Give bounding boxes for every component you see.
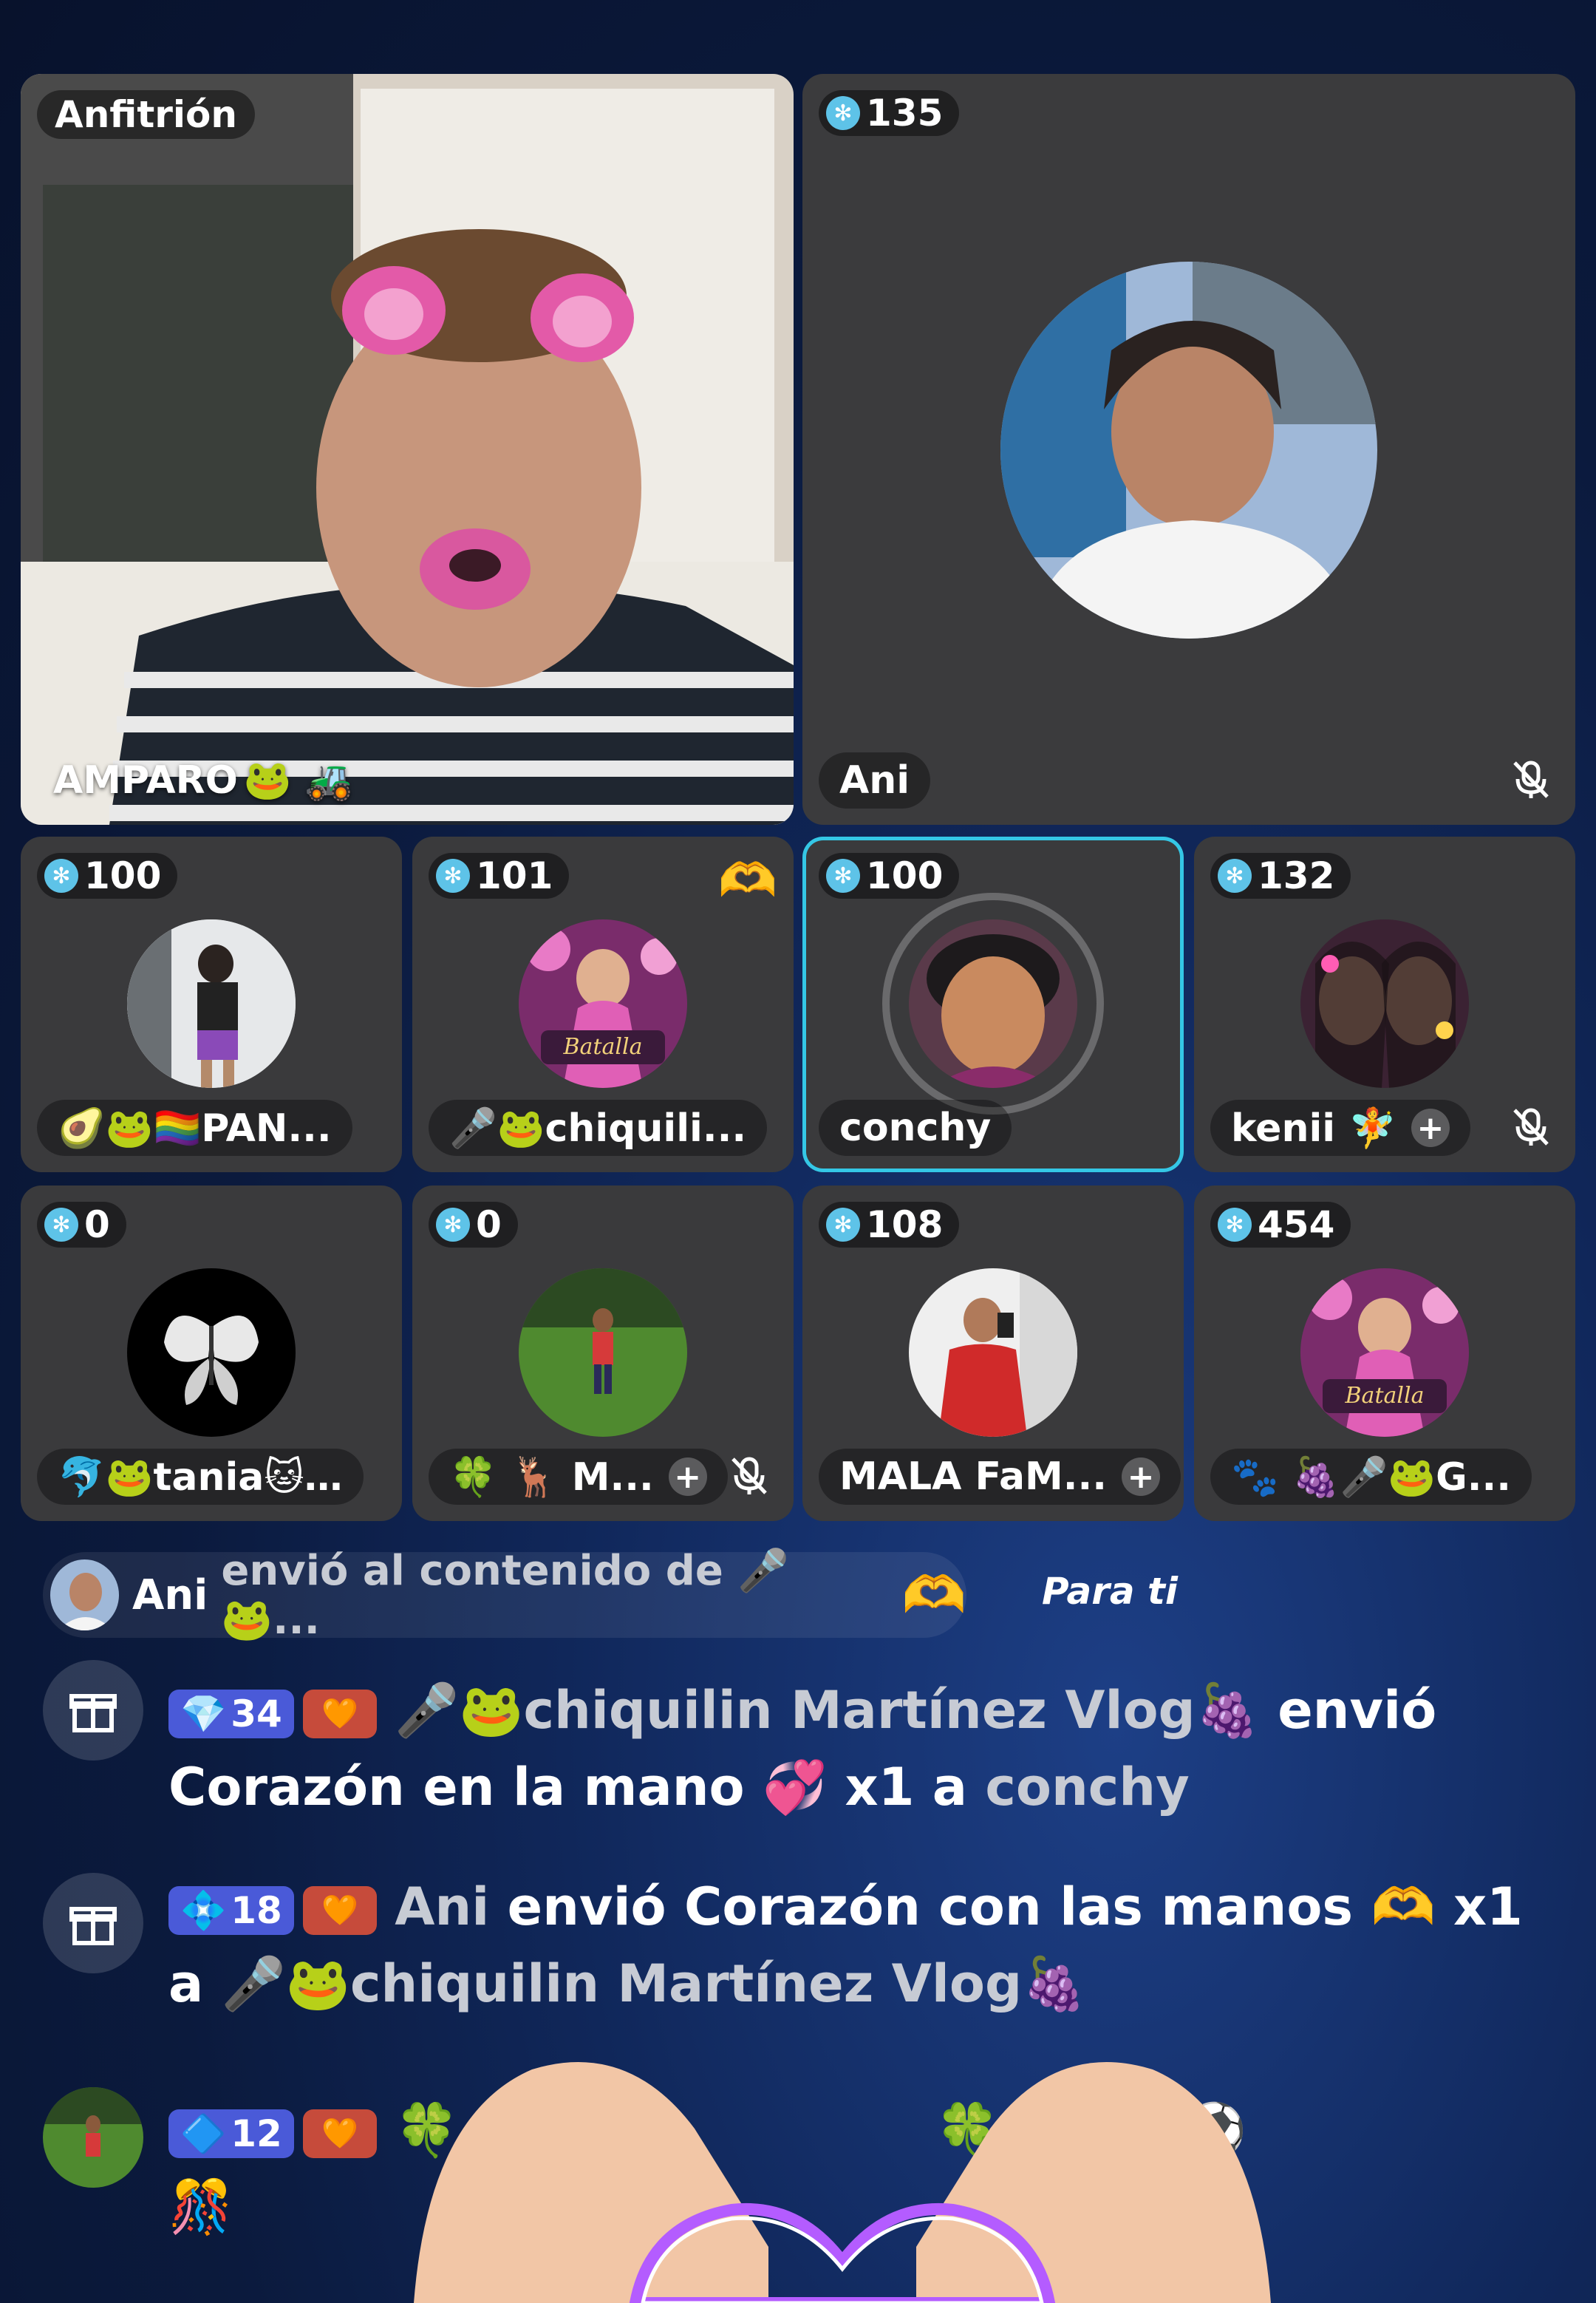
guest-tile-7[interactable]: ✻ 108 MALA FaM... + [802, 1185, 1184, 1521]
diamond-icon: ✻ [44, 859, 78, 893]
chat-message-2: 💠 18 🧡 Ani envió Corazón con las manos 🫶 x… [168, 1868, 1543, 2022]
mic-off-icon [1513, 1108, 1549, 1146]
guest-tile-2[interactable]: ✻ 101 🫶 Batalla 🎤🐸chiquili... [412, 837, 794, 1172]
guest-avatar [909, 919, 1077, 1088]
svg-text:Batalla: Batalla [1345, 1383, 1425, 1409]
gift-icon [43, 1660, 143, 1761]
diamond-icon: ✻ [436, 1208, 470, 1242]
guest-name: MALA FaM... [839, 1455, 1108, 1499]
guest-tile-ani[interactable]: ✻ 135 Ani [802, 74, 1575, 825]
guest-tile-3-speaking[interactable]: ✻ 100 conchy [802, 837, 1184, 1172]
diamond-count-badge: ✻ 0 [37, 1202, 126, 1248]
hand-heart-icon: 🫶 [718, 854, 777, 908]
chat-target[interactable]: 🎤🐸chiquilin Martínez Vlog🍇 [222, 1953, 1087, 2014]
diamond-icon: ✻ [826, 1208, 860, 1242]
guest-avatar [1000, 262, 1377, 639]
diamond-count-badge: ✻ 101 [429, 853, 570, 899]
guest-avatar [127, 919, 296, 1088]
gift-notice-bar[interactable]: Ani envió al contenido de 🎤🐸... 🫶 [43, 1547, 966, 1644]
guest-avatar [1300, 919, 1469, 1088]
hand-heart-animation [414, 2062, 1271, 2303]
guest-avatar [519, 1268, 687, 1437]
diamond-count-badge: ✻ 100 [819, 853, 960, 899]
host-name-row[interactable]: AMPARO 🐸 🚜 [53, 758, 352, 803]
chat-verb: envió [1278, 1680, 1437, 1741]
diamond-icon: ✻ [1218, 859, 1252, 893]
host-name: AMPARO [53, 758, 238, 803]
guest-name: 🍀 🦌 M... [449, 1455, 654, 1500]
svg-text:Batalla: Batalla [563, 1034, 643, 1060]
guest-avatar: Batalla [519, 919, 687, 1088]
diamond-icon: ✻ [826, 96, 860, 130]
chat-target[interactable]: conchy [985, 1757, 1189, 1817]
gift-icon [43, 1873, 143, 1973]
guest-name: 🐾 🍇🎤🐸G... [1210, 1449, 1532, 1505]
follow-plus-button[interactable]: + [668, 1457, 707, 1496]
guest-avatar [909, 1268, 1077, 1437]
chat-avatar[interactable] [43, 2087, 143, 2188]
fan-heart-badge: 🧡 [302, 2109, 377, 2158]
chat-gift: Corazón en la mano 💞 x1 a [168, 1757, 968, 1817]
guest-tile-8[interactable]: ✻ 454 Batalla 🐾 🍇🎤🐸G... [1194, 1185, 1575, 1521]
mic-off-icon [1513, 761, 1549, 798]
guest-tile-6[interactable]: ✻ 0 🍀 🦌 M... + [412, 1185, 794, 1521]
guest-avatar: Batalla [1300, 1268, 1469, 1437]
guest-name-row: 🍀 🦌 M... + [429, 1449, 728, 1505]
triangle-gem-icon: 🔷 [180, 2112, 227, 2155]
guest-name-row: MALA FaM... + [819, 1449, 1181, 1505]
guest-tile-4[interactable]: ✻ 132 kenii 🧚 + [1194, 837, 1575, 1172]
level-badge: 💠 18 [168, 1885, 294, 1935]
diamond-icon: ✻ [1218, 1208, 1252, 1242]
diamond-icon: ✻ [436, 859, 470, 893]
notice-sender: Ani [132, 1571, 208, 1619]
host-video-feed [21, 74, 794, 825]
chat-user[interactable]: Ani [395, 1877, 489, 1937]
diamond-icon: ✻ [826, 859, 860, 893]
guest-name-row: kenii 🧚 + [1210, 1100, 1470, 1156]
follow-plus-button[interactable]: + [1411, 1109, 1450, 1147]
diamond-icon: ✻ [44, 1208, 78, 1242]
host-label: Anfitrión [37, 90, 255, 139]
chat-user[interactable]: 🎤🐸chiquilin Martínez Vlog🍇 [395, 1680, 1260, 1741]
level-badge: 🔷 12 [168, 2109, 294, 2158]
diamond-count-badge: ✻ 0 [429, 1202, 518, 1248]
guest-tile-1[interactable]: ✻ 100 🥑🐸🏳️‍🌈PAN... [21, 837, 402, 1172]
fan-heart-badge: 🧡 [302, 1689, 377, 1738]
notice-text: envió al contenido de 🎤🐸... [221, 1547, 790, 1644]
mic-off-icon [732, 1457, 767, 1494]
diamond-count-badge: ✻ 135 [819, 90, 960, 136]
guest-name: conchy [819, 1100, 1012, 1156]
chat-message-1: 💎 34 🧡 🎤🐸chiquilin Martínez Vlog🍇 envió Co… [168, 1672, 1543, 1826]
diamond-count-badge: ✻ 132 [1210, 853, 1351, 899]
guest-name: 🐬🐸tania🐱… [37, 1449, 364, 1505]
guest-tile-5[interactable]: ✻ 0 🐬🐸tania🐱… [21, 1185, 402, 1521]
guest-name: 🎤🐸chiquili... [429, 1100, 768, 1156]
gem-icon: 💠 [180, 1888, 227, 1932]
hand-heart-icon: 🫶 [901, 1564, 966, 1625]
para-ti-tag[interactable]: Para ti [1042, 1570, 1178, 1613]
host-name-emoji: 🐸 🚜 [243, 758, 353, 803]
host-video-tile[interactable]: Anfitrión AMPARO 🐸 🚜 [21, 74, 794, 825]
level-badge: 💎 34 [168, 1689, 294, 1738]
fan-heart-badge: 🧡 [302, 1885, 377, 1935]
diamond-count-badge: ✻ 108 [819, 1202, 960, 1248]
notice-avatar [50, 1559, 119, 1630]
gem-icon: 💎 [180, 1692, 227, 1735]
diamond-count: 135 [866, 92, 944, 135]
guest-name: 🥑🐸🏳️‍🌈PAN... [37, 1100, 352, 1156]
follow-plus-button[interactable]: + [1122, 1457, 1161, 1496]
guest-avatar [127, 1268, 296, 1437]
diamond-count-badge: ✻ 454 [1210, 1202, 1351, 1248]
diamond-count-badge: ✻ 100 [37, 853, 178, 899]
guest-name: Ani [819, 752, 931, 809]
guest-name: kenii 🧚 [1231, 1106, 1396, 1151]
